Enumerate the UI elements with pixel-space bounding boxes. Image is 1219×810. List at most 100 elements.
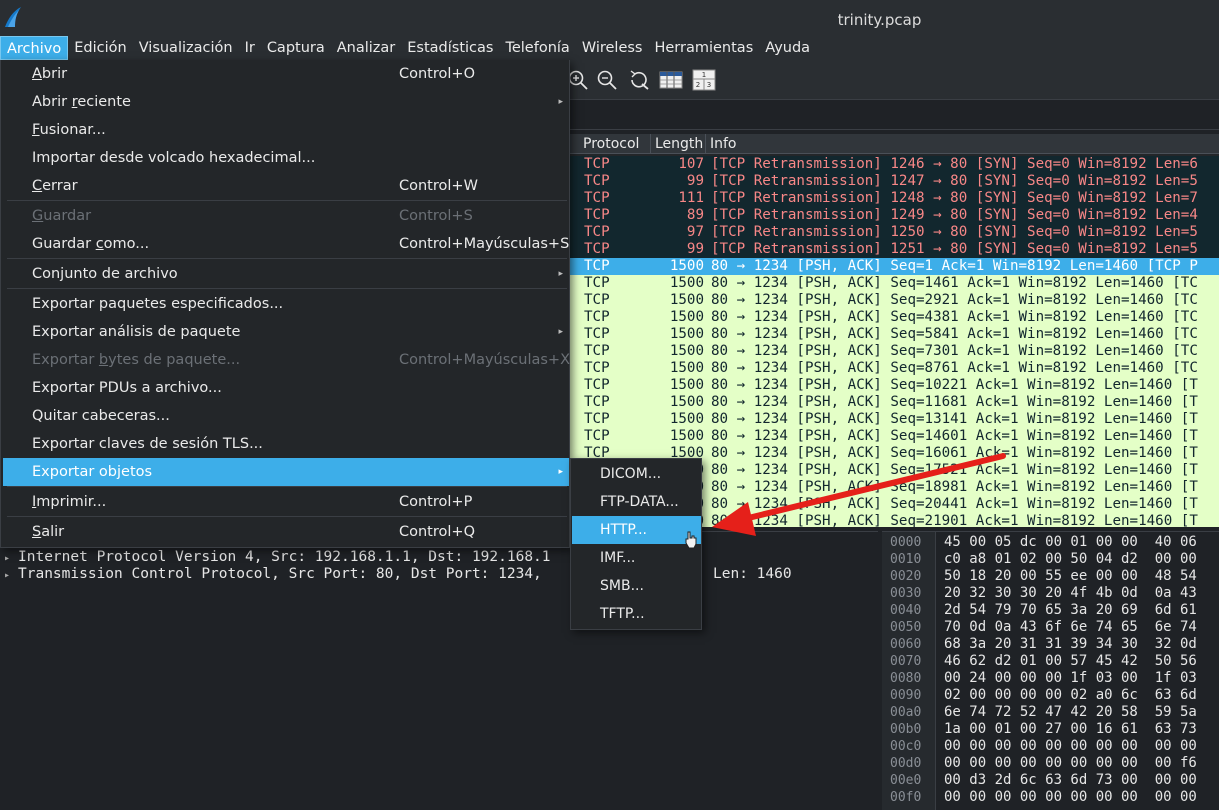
menu-item-shortcut: Control+Mayúsculas+X bbox=[399, 352, 570, 368]
zoom-reset-icon[interactable] bbox=[627, 68, 651, 92]
submenu-item-dicom[interactable]: DICOM... bbox=[572, 460, 701, 488]
submenu-item-imf[interactable]: IMF... bbox=[572, 544, 701, 572]
hex-bytes[interactable]: 68 3a 20 31 31 39 34 30 32 0d bbox=[944, 636, 1197, 653]
menu-item-guardar-como[interactable]: Guardar como... Control+Mayúsculas+S bbox=[3, 230, 569, 258]
hex-bytes[interactable]: 20 32 30 30 20 4f 4b 0d 0a 43 bbox=[944, 585, 1197, 602]
menu-item-label: Guardar como... bbox=[32, 236, 150, 252]
menu-item-salir[interactable]: Salir Control+Q bbox=[3, 518, 569, 546]
packet-protocol: TCP bbox=[584, 258, 610, 274]
column-header-length[interactable]: Length bbox=[651, 134, 706, 154]
window-title: trinity.pcap bbox=[837, 11, 922, 29]
hex-offset: 0000 bbox=[890, 535, 922, 550]
column-header-info[interactable]: Info bbox=[706, 134, 1219, 154]
hex-bytes[interactable]: 00 24 00 00 00 1f 03 00 1f 03 bbox=[944, 670, 1197, 687]
hex-bytes[interactable]: 70 0d 0a 43 6f 6e 74 65 6e 74 bbox=[944, 619, 1197, 636]
hex-offset: 0060 bbox=[890, 637, 922, 652]
expand-arrow-icon[interactable]: ▸ bbox=[4, 550, 18, 567]
detail-row-tcp-len: Len: 1460 bbox=[713, 566, 792, 582]
hex-bytes[interactable]: 1a 00 01 00 27 00 16 61 63 73 bbox=[944, 721, 1197, 738]
menu-item-conjunto-de-archivo[interactable]: Conjunto de archivo ▸ bbox=[3, 260, 569, 288]
packet-length: 89 bbox=[686, 207, 704, 223]
hex-bytes[interactable]: 00 00 00 00 00 00 00 00 00 f6 bbox=[944, 755, 1197, 772]
detail-row-ipv4[interactable]: ▸ Internet Protocol Version 4, Src: 192.1… bbox=[4, 549, 551, 566]
packet-length: 1500 bbox=[669, 411, 704, 427]
submenu-arrow-icon: ▸ bbox=[558, 269, 563, 279]
submenu-item-smb[interactable]: SMB... bbox=[572, 572, 701, 600]
packet-bytes-pane[interactable]: 0000 0010 0020 0030 0040 0050 0060 0070 0080 0090… bbox=[882, 531, 1219, 810]
menu-separator bbox=[7, 486, 567, 487]
hex-bytes[interactable]: 6e 74 72 52 47 42 20 58 59 5a bbox=[944, 704, 1197, 721]
menu-item-shortcut: Control+P bbox=[399, 494, 473, 510]
hex-bytes[interactable]: c0 a8 01 02 00 50 04 d2 00 00 bbox=[944, 551, 1197, 568]
hex-offset: 0080 bbox=[890, 671, 922, 686]
menu-item-abrir-reciente[interactable]: Abrir reciente ▸ bbox=[3, 88, 569, 116]
expand-arrow-icon[interactable]: ▸ bbox=[4, 567, 18, 584]
packet-info: [TCP Retransmission] 1251 → 80 [SYN] Seq… bbox=[711, 241, 1198, 257]
menu-item-shortcut: Control+S bbox=[399, 208, 473, 224]
packet-info: 80 → 1234 [PSH, ACK] Seq=4381 Ack=1 Win=… bbox=[711, 309, 1198, 325]
menu-item-quitar-cabeceras[interactable]: Quitar cabeceras... bbox=[3, 402, 569, 430]
menu-visualizacion[interactable]: Visualización bbox=[133, 36, 239, 60]
hex-offset: 00a0 bbox=[890, 705, 922, 720]
menu-wireless[interactable]: Wireless bbox=[576, 36, 649, 60]
hex-bytes[interactable]: 45 00 05 dc 00 01 00 00 40 06 bbox=[944, 534, 1197, 551]
hex-bytes[interactable]: 00 00 00 00 00 00 00 00 00 00 bbox=[944, 789, 1197, 806]
archivo-dropdown-menu: Abrir Control+O Abrir reciente ▸ Fusionar...… bbox=[0, 60, 570, 548]
menu-item-fusionar[interactable]: Fusionar... bbox=[3, 116, 569, 144]
packet-protocol: TCP bbox=[584, 224, 610, 240]
detail-row-tcp[interactable]: ▸ Transmission Control Protocol, Src Port… bbox=[4, 566, 542, 583]
menu-estadisticas[interactable]: Estadísticas bbox=[401, 36, 499, 60]
menu-edicion[interactable]: Edición bbox=[68, 36, 132, 60]
submenu-item-tftp[interactable]: TFTP... bbox=[572, 600, 701, 628]
menu-item-abrir[interactable]: Abrir Control+O bbox=[3, 60, 569, 88]
packet-info: [TCP Retransmission] 1248 → 80 [SYN] Seq… bbox=[711, 190, 1198, 206]
hex-bytes[interactable]: 00 d3 2d 6c 63 6d 73 00 00 00 bbox=[944, 772, 1197, 789]
packet-length: 99 bbox=[686, 173, 704, 189]
menu-item-exportar-bytes-de-paquete: Exportar bytes de paquete... Control+Mayú… bbox=[3, 346, 570, 374]
hex-bytes[interactable]: 2d 54 79 70 65 3a 20 69 6d 61 bbox=[944, 602, 1197, 619]
menu-telefonia[interactable]: Telefonía bbox=[499, 36, 575, 60]
packet-protocol: TCP bbox=[584, 241, 610, 257]
packet-info: 80 → 1234 [PSH, ACK] Seq=5841 Ack=1 Win=… bbox=[711, 326, 1198, 342]
packet-protocol: TCP bbox=[584, 428, 610, 444]
hex-bytes[interactable]: 46 62 d2 01 00 57 45 42 50 56 bbox=[944, 653, 1197, 670]
packet-length: 1500 bbox=[669, 292, 704, 308]
menu-item-shortcut: Control+Q bbox=[399, 524, 475, 540]
menu-ayuda[interactable]: Ayuda bbox=[759, 36, 816, 60]
submenu-item-http[interactable]: HTTP... bbox=[572, 516, 701, 544]
packet-info: 80 → 1234 [PSH, ACK] Seq=1461 Ack=1 Win=… bbox=[711, 275, 1198, 291]
hex-bytes[interactable]: 50 18 20 00 55 ee 00 00 48 54 bbox=[944, 568, 1197, 585]
menu-item-exportar-claves-de-sesion-tls[interactable]: Exportar claves de sesión TLS... bbox=[3, 430, 569, 458]
packet-protocol: TCP bbox=[584, 394, 610, 410]
menu-item-imprimir[interactable]: Imprimir... Control+P bbox=[3, 488, 569, 516]
zoom-out-icon[interactable] bbox=[595, 68, 619, 92]
resize-columns-icon[interactable] bbox=[659, 68, 683, 92]
menu-analizar[interactable]: Analizar bbox=[331, 36, 402, 60]
menu-item-cerrar[interactable]: Cerrar Control+W bbox=[3, 172, 569, 200]
menu-item-importar-desde-volcado-hexadecimal[interactable]: Importar desde volcado hexadecimal... bbox=[3, 144, 569, 172]
menu-archivo[interactable]: Archivo bbox=[0, 36, 69, 60]
menu-herramientas[interactable]: Herramientas bbox=[648, 36, 759, 60]
packet-info: [TCP Retransmission] 1247 → 80 [SYN] Seq… bbox=[711, 173, 1198, 189]
menu-item-exportar-pdus-a-archivo[interactable]: Exportar PDUs a archivo... bbox=[3, 374, 569, 402]
hex-bytes[interactable]: 00 00 00 00 00 00 00 00 00 00 bbox=[944, 738, 1197, 755]
menu-item-exportar-objetos[interactable]: Exportar objetos ▸ bbox=[3, 458, 569, 486]
submenu-arrow-icon: ▸ bbox=[558, 97, 563, 107]
column-header-protocol[interactable]: Protocol bbox=[579, 134, 651, 154]
menu-item-label: Exportar análisis de paquete bbox=[32, 324, 241, 340]
submenu-item-ftp-data[interactable]: FTP-DATA... bbox=[572, 488, 701, 516]
menu-item-label: Quitar cabeceras... bbox=[32, 408, 170, 424]
columns-layout-icon[interactable]: 1 2 3 bbox=[692, 68, 716, 92]
menu-item-shortcut: Control+W bbox=[399, 178, 478, 194]
menu-captura[interactable]: Captura bbox=[261, 36, 331, 60]
menu-item-shortcut: Control+Mayúsculas+S bbox=[399, 236, 570, 252]
menu-item-label: Cerrar bbox=[32, 178, 78, 194]
menu-ir[interactable]: Ir bbox=[239, 36, 261, 60]
menu-item-exportar-analisis-de-paquete[interactable]: Exportar análisis de paquete ▸ bbox=[3, 318, 569, 346]
hex-bytes[interactable]: 02 00 00 00 00 02 a0 6c 63 6d bbox=[944, 687, 1197, 704]
menu-item-label: Salir bbox=[32, 524, 65, 540]
menu-item-exportar-paquetes-especificados[interactable]: Exportar paquetes especificados... bbox=[3, 290, 569, 318]
packet-info: 80 → 1234 [PSH, ACK] Seq=2921 Ack=1 Win=… bbox=[711, 292, 1198, 308]
packet-protocol: TCP bbox=[584, 377, 610, 393]
packet-details-pane[interactable]: ▸ Internet Protocol Version 4, Src: 192.1… bbox=[0, 531, 878, 810]
